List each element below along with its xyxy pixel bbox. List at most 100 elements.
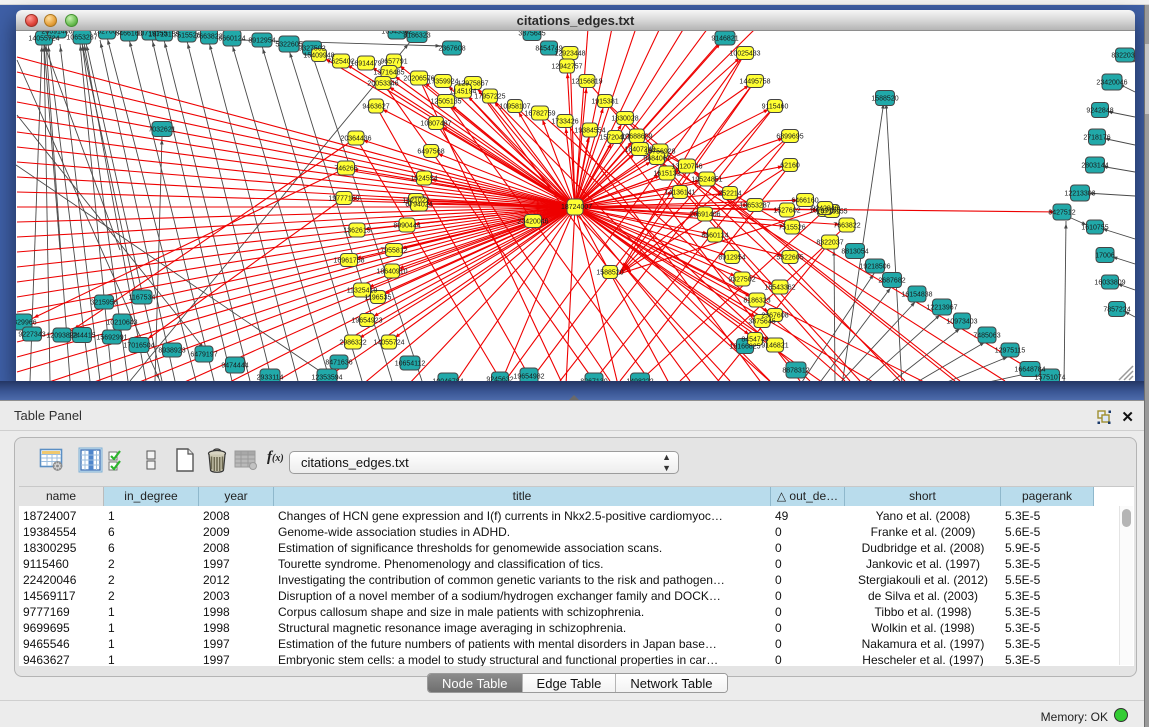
- svg-text:12213967: 12213967: [926, 305, 957, 312]
- svg-text:2687682: 2687682: [878, 278, 905, 285]
- svg-text:19166825: 19166825: [729, 344, 760, 351]
- svg-text:6794024: 6794024: [405, 202, 432, 209]
- svg-text:1588520: 1588520: [871, 96, 898, 103]
- svg-text:1196535: 1196535: [365, 295, 392, 302]
- svg-text:20691406: 20691406: [689, 212, 720, 219]
- svg-text:10654112: 10654112: [395, 361, 426, 368]
- svg-text:3875645: 3875645: [518, 31, 545, 38]
- svg-text:9657791: 9657791: [380, 59, 407, 66]
- svg-text:12942757: 12942757: [551, 64, 582, 71]
- svg-text:6466160: 6466160: [791, 198, 818, 205]
- svg-text:12505135: 12505135: [430, 99, 461, 106]
- svg-text:18724007: 18724007: [561, 204, 592, 211]
- svg-text:1167534: 1167534: [129, 295, 156, 302]
- svg-text:3875645: 3875645: [748, 319, 775, 326]
- svg-text:13716485: 13716485: [373, 70, 404, 77]
- svg-text:9474444: 9474444: [221, 363, 248, 370]
- svg-text:8186323: 8186323: [743, 298, 770, 305]
- svg-text:3215958: 3215958: [90, 300, 117, 307]
- svg-text:10958107: 10958107: [499, 104, 530, 111]
- svg-text:1588520: 1588520: [596, 270, 623, 277]
- svg-text:10653287: 10653287: [66, 35, 97, 42]
- svg-text:18640910: 18640910: [376, 269, 407, 276]
- svg-text:19218506: 19218506: [859, 264, 890, 271]
- svg-text:10688609: 10688609: [621, 134, 652, 141]
- svg-text:8322037: 8322037: [1111, 53, 1135, 60]
- svg-text:6899695: 6899695: [776, 134, 803, 141]
- svg-text:8186323: 8186323: [403, 33, 430, 40]
- svg-text:14055724: 14055724: [373, 340, 404, 347]
- svg-text:19756928: 19756928: [644, 149, 675, 156]
- svg-text:10973403: 10973403: [946, 319, 977, 326]
- svg-text:1830028: 1830028: [611, 116, 638, 123]
- svg-text:20364436: 20364436: [340, 136, 371, 143]
- svg-text:9684067: 9684067: [643, 156, 670, 163]
- svg-text:12923448: 12923448: [554, 51, 585, 58]
- svg-text:7955812: 7955812: [380, 248, 407, 255]
- svg-text:1610755: 1610755: [1081, 225, 1108, 232]
- svg-text:9146821: 9146821: [711, 36, 738, 43]
- svg-text:12213303: 12213303: [1064, 191, 1095, 198]
- svg-text:16961758: 16961758: [333, 258, 364, 265]
- svg-text:8990444: 8990444: [393, 223, 420, 230]
- svg-text:8322037: 8322037: [816, 240, 843, 247]
- svg-text:16914479: 16914479: [350, 61, 381, 68]
- svg-text:12975867: 12975867: [457, 81, 488, 88]
- svg-text:17016504: 17016504: [123, 343, 154, 350]
- svg-text:8912954: 8912954: [248, 38, 275, 45]
- svg-text:2986322: 2986322: [339, 340, 366, 347]
- svg-text:9146821: 9146821: [761, 343, 788, 350]
- svg-text:11325419: 11325419: [347, 288, 378, 295]
- svg-text:252214: 252214: [718, 191, 741, 198]
- svg-text:8660124: 8660124: [218, 36, 245, 43]
- svg-text:14055724: 14055724: [28, 36, 59, 43]
- svg-text:9327502: 9327502: [298, 46, 325, 53]
- svg-text:19654982: 19654982: [513, 374, 544, 381]
- svg-text:62160: 62160: [780, 163, 800, 170]
- svg-text:15692991: 15692991: [96, 335, 127, 342]
- svg-text:9242848: 9242848: [1086, 108, 1113, 115]
- svg-text:8660124: 8660124: [701, 233, 728, 240]
- svg-text:8427512: 8427512: [1048, 210, 1075, 217]
- svg-text:20053346: 20053346: [367, 81, 398, 88]
- svg-text:1733426: 1733426: [551, 119, 578, 126]
- svg-text:9115460: 9115460: [762, 104, 789, 111]
- svg-text:9227343: 9227343: [18, 332, 45, 339]
- svg-text:9463627: 9463627: [362, 104, 389, 111]
- svg-text:1624554: 1624554: [410, 176, 437, 183]
- svg-text:19384554: 19384554: [574, 128, 605, 135]
- svg-text:1615132: 1615132: [653, 171, 680, 178]
- svg-text:9329966: 9329966: [16, 320, 37, 327]
- svg-text:2718176: 2718176: [1083, 135, 1110, 142]
- svg-text:14136141: 14136141: [664, 190, 695, 197]
- svg-text:23420046: 23420046: [1096, 80, 1127, 87]
- svg-text:10210643: 10210643: [106, 320, 137, 327]
- svg-text:1244415: 1244415: [68, 333, 95, 340]
- svg-text:9242848: 9242848: [811, 206, 838, 213]
- svg-text:8938923: 8938923: [158, 348, 185, 355]
- svg-text:17957225: 17957225: [474, 94, 505, 101]
- svg-text:23420046: 23420046: [517, 219, 548, 226]
- svg-text:8912954: 8912954: [718, 255, 745, 262]
- svg-text:1527602: 1527602: [773, 208, 800, 215]
- svg-text:19524851: 19524851: [691, 177, 722, 184]
- svg-text:7485063: 7485063: [973, 333, 1000, 340]
- svg-text:8813054: 8813054: [841, 249, 868, 256]
- svg-text:2367608: 2367608: [438, 46, 465, 53]
- svg-text:16782759: 16782759: [524, 111, 555, 118]
- svg-text:8471636: 8471636: [325, 360, 352, 367]
- svg-text:16543362: 16543362: [764, 285, 795, 292]
- svg-text:7663822: 7663822: [833, 223, 860, 230]
- svg-text:6497568: 6497568: [417, 149, 444, 156]
- svg-text:16648784: 16648784: [1014, 367, 1045, 374]
- svg-text:19777169: 19777169: [328, 196, 359, 203]
- svg-text:1362615: 1362615: [343, 228, 370, 235]
- svg-text:8878312: 8878312: [782, 368, 809, 375]
- svg-text:2803144: 2803144: [1081, 163, 1108, 170]
- svg-text:10807487: 10807487: [420, 121, 451, 128]
- svg-text:1915381: 1915381: [591, 99, 618, 106]
- svg-text:16033809: 16033809: [1094, 280, 1125, 287]
- svg-text:17006: 17006: [1095, 253, 1115, 260]
- svg-text:12156819: 12156819: [571, 79, 602, 86]
- svg-text:9327502: 9327502: [728, 277, 755, 284]
